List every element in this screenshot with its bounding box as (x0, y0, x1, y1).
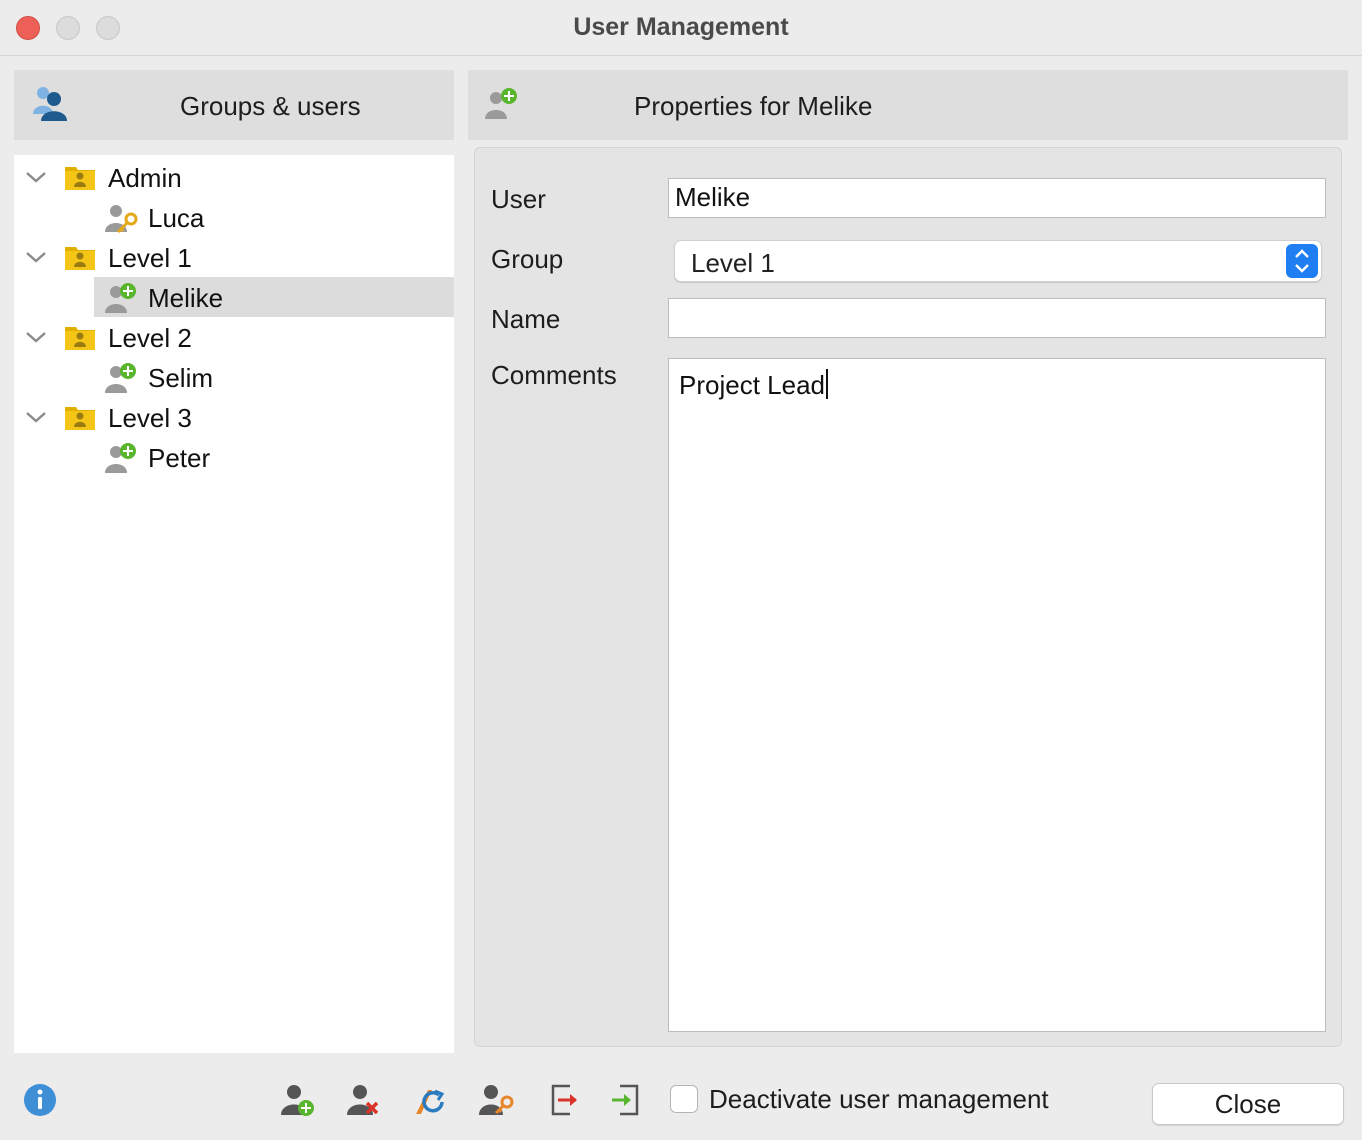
properties-title: Properties for Melike (634, 91, 873, 121)
refresh-user-icon[interactable] (412, 1082, 448, 1118)
admin-key-user-icon (105, 205, 138, 234)
delete-user-icon[interactable] (346, 1082, 382, 1118)
user-password-icon[interactable] (478, 1082, 514, 1118)
chevron-down-icon[interactable] (24, 405, 48, 429)
tree-user-melike[interactable]: Melike (94, 277, 454, 317)
tree-item-label: Luca (148, 203, 205, 233)
properties-panel: User Melike Group Level 1 Name Comments … (474, 147, 1342, 1047)
tree-item-label: Level 2 (108, 323, 192, 353)
tree-item-label: Selim (148, 363, 214, 393)
tree-group-level-2[interactable]: Level 2 (14, 317, 454, 357)
updown-chevron-icon (1295, 249, 1309, 273)
tree-item-label: Melike (148, 283, 224, 313)
group-folder-icon (65, 407, 95, 430)
comments-label: Comments (491, 360, 617, 390)
select-stepper-button[interactable] (1286, 244, 1318, 278)
user-add-icon (485, 88, 517, 119)
export-icon[interactable] (546, 1082, 582, 1118)
user-add-icon (105, 363, 136, 393)
group-select-value: Level 1 (691, 248, 775, 278)
text-caret (825, 369, 828, 399)
comments-textarea[interactable]: Project Lead (668, 358, 1326, 1032)
tree-user-selim[interactable]: Selim (14, 357, 454, 397)
user-add-icon (105, 283, 136, 313)
user-field[interactable]: Melike (668, 178, 1326, 218)
user-add-icon (105, 443, 136, 473)
tree-user-luca[interactable]: Luca (14, 197, 454, 237)
name-label: Name (491, 304, 561, 334)
group-label: Group (491, 244, 564, 274)
comments-text-line: Project Lead (679, 369, 828, 401)
title-bar: User Management (0, 0, 1362, 56)
tree-user-peter[interactable]: Peter (14, 437, 454, 477)
groups-users-title: Groups & users (180, 91, 361, 121)
user-label: User (491, 184, 546, 214)
group-folder-icon (65, 167, 95, 190)
properties-header: Properties for Melike (468, 70, 1348, 140)
chevron-down-icon[interactable] (24, 325, 48, 349)
close-button[interactable]: Close (1152, 1083, 1344, 1125)
tree-item-label: Level 1 (108, 243, 192, 273)
chevron-down-icon[interactable] (24, 165, 48, 189)
tree-item-label: Admin (108, 163, 182, 193)
chevron-down-icon[interactable] (24, 245, 48, 269)
deactivate-label: Deactivate user management (709, 1084, 1049, 1114)
groups-users-icon (33, 87, 67, 121)
group-folder-icon (65, 327, 95, 350)
info-icon[interactable] (22, 1082, 58, 1118)
window-title: User Management (573, 13, 789, 41)
deactivate-checkbox[interactable] (670, 1085, 698, 1113)
tree-item-label: Peter (148, 443, 211, 473)
groups-users-header: Groups & users (14, 70, 454, 140)
name-field[interactable] (668, 298, 1326, 338)
group-folder-icon (65, 247, 95, 270)
tree-group-level-1[interactable]: Level 1 (14, 237, 454, 277)
bottom-toolbar: Deactivate user management Close (0, 1060, 1362, 1140)
import-icon[interactable] (608, 1082, 644, 1118)
tree-item-label: Level 3 (108, 403, 192, 433)
add-user-icon[interactable] (280, 1082, 316, 1118)
tree-group-level-3[interactable]: Level 3 (14, 397, 454, 437)
groups-users-tree: Admin Luca Level 1 Melike Level 2 Selim … (14, 155, 454, 1053)
tree-group-admin[interactable]: Admin (14, 157, 454, 197)
comments-text: Project Lead (679, 370, 825, 400)
group-select[interactable]: Level 1 (674, 240, 1322, 282)
